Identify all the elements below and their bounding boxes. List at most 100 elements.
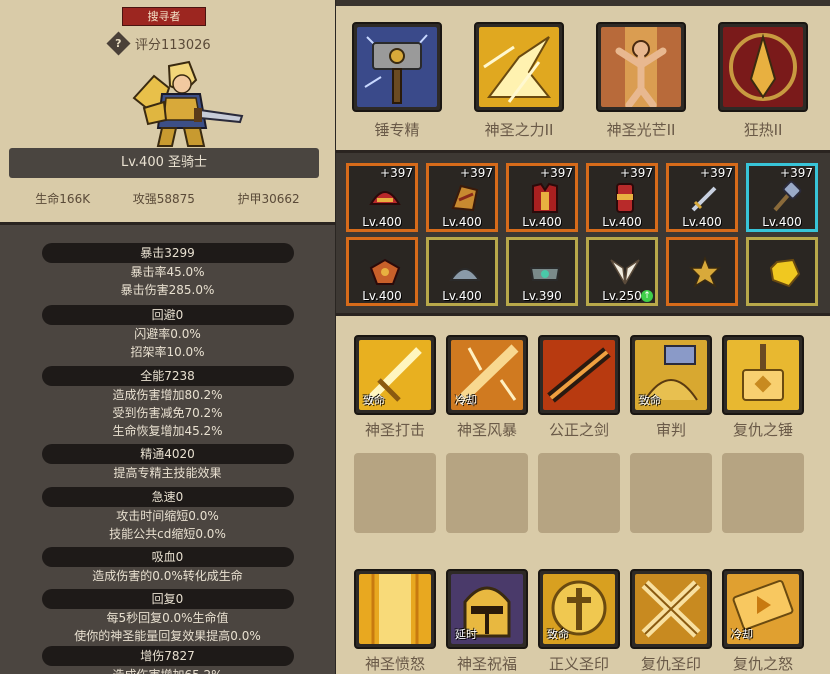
item-level: Lv.400: [602, 215, 642, 229]
equip-slot-emblem[interactable]: [666, 237, 738, 306]
help-icon[interactable]: ?: [106, 30, 131, 56]
character-summary: 搜寻者 ? 评分113026 Lv.400 圣骑士 生命166K 攻强58875…: [0, 0, 335, 222]
stat-group-leech: 吸血0 造成伤害的0.0%转化成生命: [0, 547, 335, 585]
talent-name: 狂热II: [743, 121, 783, 139]
skill-name: 复仇之怒: [732, 655, 793, 673]
item-level: Lv.400: [362, 215, 402, 229]
holy-power-icon: [479, 27, 559, 107]
stat-group-recovery: 回复0 每5秒回复0.0%生命值 使你的神圣能量回复效果提高0.0%: [0, 589, 335, 645]
chest-armor-icon: [532, 182, 558, 213]
holy-light-icon: [601, 27, 681, 107]
stat-line: 使你的神圣能量回复效果提高0.0%: [74, 629, 261, 643]
equip-slot-helmet[interactable]: +397 Lv.400: [346, 163, 418, 232]
skill-tag: 冷却: [731, 628, 753, 641]
level-class-bar: Lv.400 圣骑士: [9, 148, 319, 178]
blade-of-justice-icon: [543, 340, 615, 410]
holy-strike-icon: 致命: [359, 340, 431, 410]
skill-name: 公正之剑: [548, 421, 609, 439]
bracer-icon: [616, 183, 634, 213]
talent-holy-light[interactable]: 神圣光芒II: [596, 22, 686, 142]
skill-tag: 致命: [547, 628, 569, 641]
enhance-level: +397: [780, 166, 813, 180]
empty-skill-slot[interactable]: [722, 453, 804, 533]
stat-line: 每5秒回复0.0%生命值: [106, 611, 229, 625]
equip-slot-gauntlet[interactable]: Lv.400: [346, 237, 418, 306]
skill-seal-of-righteousness[interactable]: 致命 正义圣印: [538, 569, 620, 673]
equip-slot-belt[interactable]: Lv.390: [506, 237, 578, 306]
skill-holy-wrath[interactable]: 神圣愤怒: [354, 569, 436, 673]
talent-holy-power[interactable]: 神圣之力II: [474, 22, 564, 142]
stat-line: 造成伤害的0.0%转化成生命: [92, 569, 243, 583]
talents-equipment-skills-panel: 锤专精 神圣之力II 神圣光芒II 狂热II +397 Lv.400 +397 …: [336, 0, 830, 674]
skill-name: 神圣风暴: [456, 421, 517, 439]
upgrade-available-icon: ↑: [641, 290, 653, 302]
enhance-level: +397: [380, 166, 413, 180]
stat-line: 提高专精主技能效果: [113, 466, 222, 480]
seal-of-righteousness-icon: 致命: [543, 574, 615, 644]
skill-seal-of-vengeance[interactable]: 复仇圣印: [630, 569, 712, 673]
emblem-icon: [689, 255, 721, 288]
skill-holy-strike[interactable]: 致命 神圣打击: [354, 335, 436, 439]
item-level: Lv.400: [442, 215, 482, 229]
talent-hammer-mastery[interactable]: 锤专精: [352, 22, 442, 142]
stat-head: 回避0: [41, 305, 294, 325]
empty-skill-slot[interactable]: [630, 453, 712, 533]
item-level: Lv.400: [762, 215, 802, 229]
helmet-icon: [369, 191, 401, 205]
skill-avenging-wrath[interactable]: 冷却 复仇之怒: [722, 569, 804, 673]
equip-slot-gem[interactable]: [746, 237, 818, 306]
judgment-icon: 致命: [635, 340, 707, 410]
empty-skill-slot[interactable]: [538, 453, 620, 533]
role-badge: 搜寻者: [122, 7, 206, 26]
stat-head: 暴击3299: [41, 243, 294, 263]
stat-line: 招架率10.0%: [130, 345, 205, 359]
stat-head: 急速0: [41, 487, 294, 507]
skill-judgment[interactable]: 致命 审判: [630, 335, 712, 439]
stat-line: 技能公共cd缩短0.0%: [109, 527, 226, 541]
paladin-avatar: [132, 60, 244, 147]
stat-line: 暴击伤害285.0%: [120, 283, 215, 297]
skill-divine-storm[interactable]: 冷却 神圣风暴: [446, 335, 528, 439]
stat-group-damage-bonus: 增伤7827 造成伤害增加65.2%: [0, 646, 335, 674]
equip-slot-shoulder[interactable]: +397 Lv.400: [426, 163, 498, 232]
equip-slot-bracer[interactable]: +397 Lv.400: [586, 163, 658, 232]
seal-of-vengeance-icon: [635, 574, 707, 644]
holy-wrath-icon: [359, 574, 431, 644]
empty-skill-slot[interactable]: [354, 453, 436, 533]
score-label: 评分113026: [135, 37, 211, 53]
enhance-level: +397: [700, 166, 733, 180]
equip-slot-chest[interactable]: +397 Lv.400: [506, 163, 578, 232]
equip-slot-wings[interactable]: Lv.250 ↑: [586, 237, 658, 306]
belt-icon: [529, 267, 561, 281]
skill-name: 神圣愤怒: [364, 655, 425, 673]
sword-icon: [691, 186, 717, 212]
skill-holy-blessing[interactable]: 延时 神圣祝福: [446, 569, 528, 673]
equip-slot-mace[interactable]: +397 Lv.400: [746, 163, 818, 232]
stat-group-mastery: 精通4020 提高专精主技能效果: [0, 444, 335, 482]
attack-stat: 攻强58875: [132, 192, 195, 206]
skill-hammer-of-wrath[interactable]: 复仇之锤: [722, 335, 804, 439]
talent-zeal[interactable]: 狂热II: [718, 22, 808, 142]
stat-line: 生命恢复增加45.2%: [112, 424, 223, 438]
equip-slot-boots[interactable]: Lv.400: [426, 237, 498, 306]
stat-group-versatility: 全能7238 造成伤害增加80.2% 受到伤害减免70.2% 生命恢复增加45.…: [0, 366, 335, 440]
empty-skill-slot[interactable]: [446, 453, 528, 533]
avenging-wrath-icon: 冷却: [727, 574, 799, 644]
stat-head: 回复0: [41, 589, 294, 609]
equip-slot-sword[interactable]: +397 Lv.400: [666, 163, 738, 232]
skill-name: 正义圣印: [548, 655, 609, 673]
skill-blade-of-justice[interactable]: 公正之剑: [538, 335, 620, 439]
skill-tag: 延时: [455, 628, 477, 641]
stat-line: 受到伤害减免70.2%: [112, 406, 223, 420]
mace-icon: [773, 180, 802, 212]
basic-stats: 生命166K 攻强58875 护甲30662: [0, 190, 335, 207]
enhance-level: +397: [620, 166, 653, 180]
gem-icon: [769, 258, 801, 288]
boots-icon: [449, 268, 481, 281]
top-divider: [336, 0, 830, 6]
stat-head: 吸血0: [41, 547, 294, 567]
stat-group-avoidance: 回避0 闪避率0.0% 招架率10.0%: [0, 305, 335, 361]
stats-detail-list[interactable]: 暴击3299 暴击率45.0% 暴击伤害285.0% 回避0 闪避率0.0% 招…: [0, 222, 335, 674]
skill-name: 神圣祝福: [456, 655, 517, 673]
enhance-level: +397: [540, 166, 573, 180]
